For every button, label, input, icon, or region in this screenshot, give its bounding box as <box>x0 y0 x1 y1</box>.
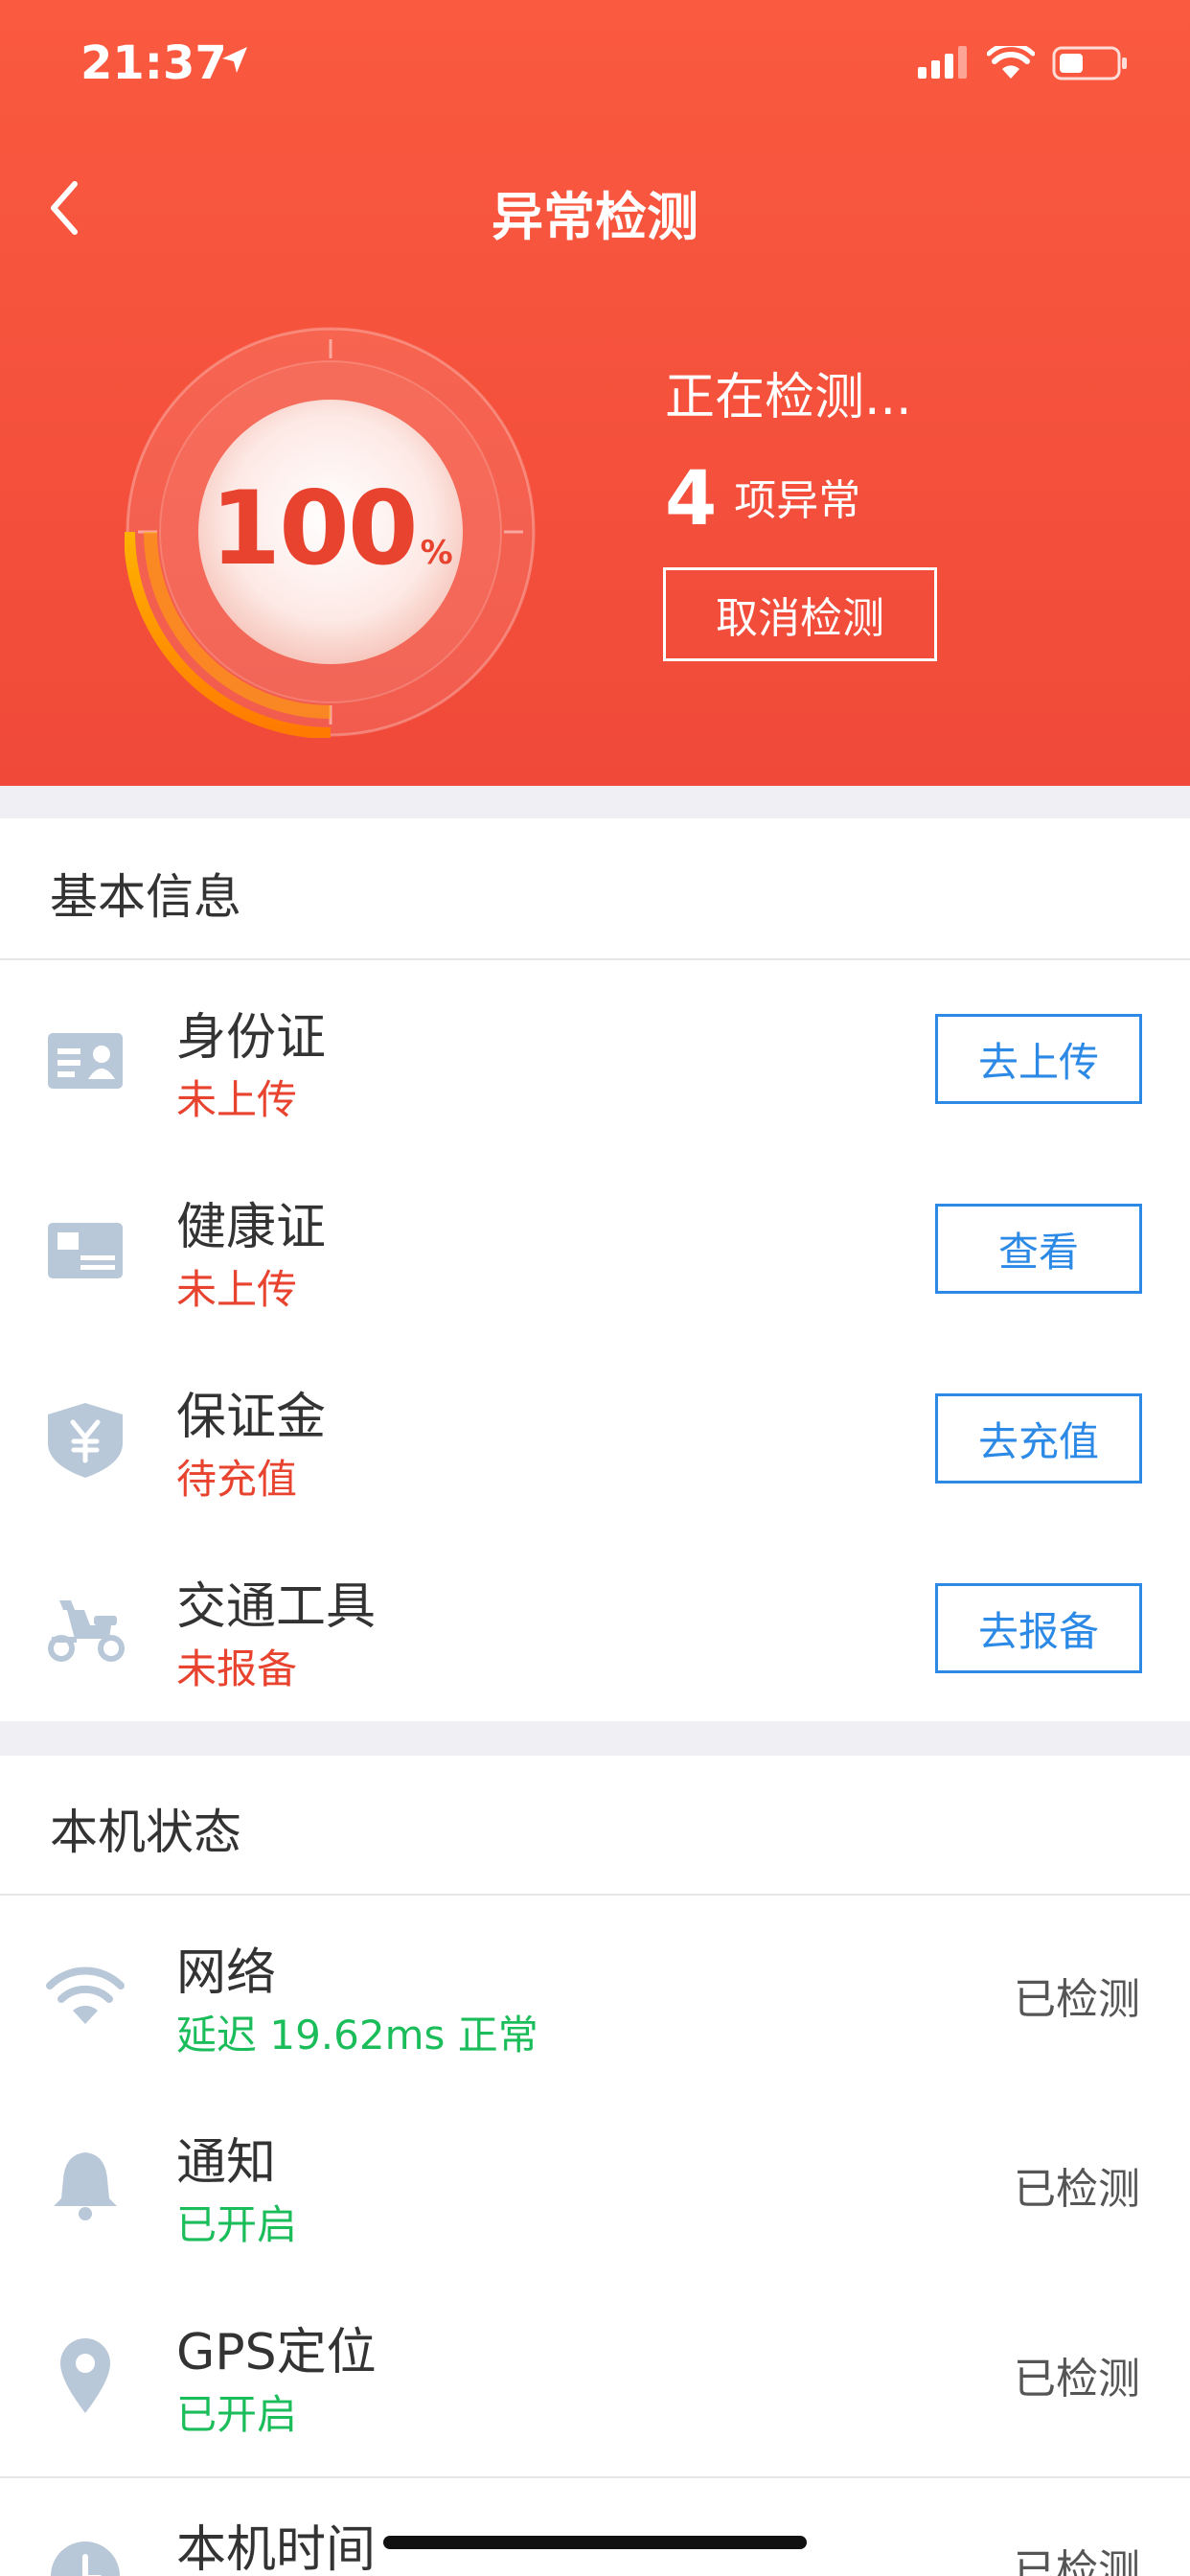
scooter-icon <box>48 1600 125 1662</box>
page-title: 异常检测 <box>492 187 698 247</box>
item-name: 身份证 <box>176 1009 327 1067</box>
anomaly-label: 项异常 <box>734 476 861 525</box>
item-name: GPS定位 <box>176 2324 377 2381</box>
divider <box>0 958 1190 960</box>
bell-icon <box>54 2152 117 2220</box>
section-title-basic-info: 基本信息 <box>50 869 241 925</box>
list-item-gps: GPS定位 已开启 已检测 <box>0 2277 1190 2467</box>
divider <box>0 2476 1190 2478</box>
item-name: 本机时间 <box>176 2521 377 2576</box>
health-card-icon <box>48 1223 123 1278</box>
location-pin-icon <box>60 2338 110 2413</box>
clock-icon <box>51 2542 120 2576</box>
item-name: 交通工具 <box>176 1578 377 1636</box>
item-name: 健康证 <box>176 1199 327 1256</box>
signal-icon <box>918 46 967 79</box>
checked-label: 已检测 <box>1014 2355 1140 2404</box>
list-item-device-time: 本机时间 已检测 <box>0 2480 1190 2576</box>
list-item-id-card: 身份证 未上传 去上传 <box>0 962 1190 1152</box>
status-bar: 21:37 <box>0 0 1190 125</box>
list-item-deposit: 保证金 待充值 去充值 <box>0 1342 1190 1531</box>
item-name: 网络 <box>176 1944 277 2002</box>
gauge-percent: 100% <box>125 470 537 587</box>
wifi-status-icon <box>987 46 1035 79</box>
recharge-deposit-button[interactable]: 去充值 <box>935 1393 1142 1484</box>
section-title-device-status: 本机状态 <box>50 1805 241 1860</box>
progress-gauge: 100% <box>124 326 537 739</box>
gauge-percent-unit: % <box>420 534 453 572</box>
list-item-notification: 通知 已开启 已检测 <box>0 2087 1190 2277</box>
item-status: 待充值 <box>176 1456 298 1503</box>
report-vehicle-button[interactable]: 去报备 <box>935 1583 1142 1673</box>
item-name: 通知 <box>176 2134 277 2192</box>
anomaly-count: 4 <box>665 456 718 542</box>
item-status: 延迟 19.62ms 正常 <box>176 2012 538 2058</box>
location-arrow-icon <box>222 47 247 73</box>
home-indicator <box>383 2536 807 2549</box>
list-item-vehicle: 交通工具 未报备 去报备 <box>0 1531 1190 1721</box>
header: 21:37 异常检测 100 % 正在检测... 4 项异常 取消检测 <box>0 0 1190 786</box>
item-status: 未上传 <box>176 1266 298 1313</box>
id-card-icon <box>48 1033 123 1089</box>
item-name: 保证金 <box>176 1389 327 1446</box>
list-item-network: 网络 延迟 19.62ms 正常 已检测 <box>0 1898 1190 2087</box>
cancel-detection-button[interactable]: 取消检测 <box>663 567 937 661</box>
checked-label: 已检测 <box>1014 2165 1140 2214</box>
checked-label: 已检测 <box>1014 1975 1140 2024</box>
detection-status: 正在检测... <box>665 369 912 426</box>
shield-yen-icon <box>48 1403 123 1478</box>
wifi-icon <box>46 1966 125 2024</box>
section-gap <box>0 786 1190 818</box>
battery-icon <box>1052 46 1127 80</box>
view-health-card-button[interactable]: 查看 <box>935 1204 1142 1294</box>
section-gap <box>0 1721 1190 1756</box>
anomaly-summary: 4 项异常 <box>665 456 860 542</box>
upload-id-button[interactable]: 去上传 <box>935 1014 1142 1104</box>
item-status: 未上传 <box>176 1076 298 1123</box>
status-time: 21:37 <box>80 36 227 90</box>
checked-label: 已检测 <box>1014 2546 1140 2576</box>
item-status: 已开启 <box>176 2391 298 2438</box>
divider <box>0 1894 1190 1896</box>
list-item-health-card: 健康证 未上传 查看 <box>0 1152 1190 1342</box>
item-status: 未报备 <box>176 1645 298 1692</box>
item-status: 已开启 <box>176 2201 298 2248</box>
gauge-percent-value: 100 <box>210 470 418 587</box>
